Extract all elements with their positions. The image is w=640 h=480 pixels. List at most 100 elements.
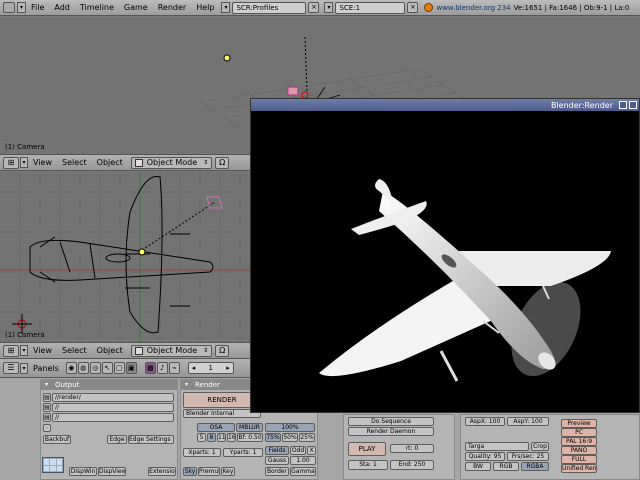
script-icon[interactable]: ◍ xyxy=(77,362,89,374)
menu-view[interactable]: View xyxy=(28,158,57,167)
preset-preview-button[interactable]: Preview xyxy=(561,419,597,428)
osa-5-button[interactable]: 5 xyxy=(197,433,206,442)
play-button[interactable]: PLAY xyxy=(348,442,386,456)
menu-file[interactable]: File xyxy=(26,3,49,12)
render-path-field[interactable]: //render/ xyxy=(52,393,174,402)
osa-toggle[interactable]: OSA xyxy=(197,423,235,432)
anim-icon[interactable]: ♪ xyxy=(156,362,168,374)
dispview-button[interactable]: DispView xyxy=(98,467,126,476)
screen-icon[interactable]: · xyxy=(43,424,51,432)
layers-grid-icon[interactable] xyxy=(42,457,64,473)
gauss-toggle[interactable]: Gauss xyxy=(265,456,289,465)
editing-icon[interactable]: ▢ xyxy=(113,362,125,374)
chevron-down-icon[interactable]: ▾ xyxy=(17,2,26,13)
resolution-percent[interactable]: 100% xyxy=(265,423,315,432)
mode-selector[interactable]: Object Mode ⇕ xyxy=(130,344,213,357)
object-icon[interactable]: ↖ xyxy=(101,362,113,374)
mode-selector[interactable]: Object Mode ⇕ xyxy=(130,156,213,169)
osa-11-button[interactable]: 11 xyxy=(217,433,226,442)
end-frame-field[interactable]: End: 250 xyxy=(390,460,434,470)
osa-16-button[interactable]: 16 xyxy=(227,433,236,442)
mblur-toggle[interactable]: MBLUR xyxy=(236,423,263,432)
blur-factor-field[interactable]: Bf: 0.50 xyxy=(237,433,263,442)
aspy-field[interactable]: AspY: 100 xyxy=(507,417,549,426)
window-type-icon[interactable]: ⊞ xyxy=(3,344,19,357)
rt-field[interactable]: rt: 0 xyxy=(390,444,434,453)
scene-name-field[interactable]: SCE:1 xyxy=(335,1,406,14)
backbuf-button[interactable]: Backbuf xyxy=(43,435,71,444)
chevron-down-icon[interactable]: ▾ xyxy=(20,157,28,168)
x-toggle[interactable]: X xyxy=(307,446,316,455)
extensions-button[interactable]: Extensio xyxy=(148,467,176,476)
fields-toggle[interactable]: Fields xyxy=(265,446,289,455)
gauss-value-field[interactable]: 1.00 xyxy=(290,456,316,465)
backbuf-path-field[interactable]: // xyxy=(52,403,174,412)
menu-timeline[interactable]: Timeline xyxy=(75,3,119,12)
menu-render[interactable]: Render xyxy=(153,3,191,12)
menu-view[interactable]: View xyxy=(28,346,57,355)
draw-type-icon[interactable]: Ω xyxy=(215,156,230,169)
percent-25-button[interactable]: 25% xyxy=(299,433,315,442)
key-toggle[interactable]: Key xyxy=(221,467,235,476)
preset-unified-button[interactable]: Unified Ren xyxy=(561,464,597,473)
render-window[interactable]: Blender:Render xyxy=(250,98,640,413)
preset-pc-button[interactable]: PC xyxy=(561,428,597,437)
preset-pano-button[interactable]: PANO xyxy=(561,446,597,455)
border-toggle[interactable]: Border xyxy=(265,467,289,476)
render-daemon-toggle[interactable]: Render Daemon xyxy=(348,427,434,436)
xparts-field[interactable]: Xparts: 1 xyxy=(183,448,221,457)
gamma-toggle[interactable]: Gamma xyxy=(290,467,316,476)
preset-pal169-button[interactable]: PAL 16:9 xyxy=(561,437,597,446)
folder-icon[interactable]: ▤ xyxy=(43,393,51,402)
quality-field[interactable]: Quality: 95 xyxy=(465,452,505,461)
yparts-field[interactable]: Yparts: 1 xyxy=(223,448,263,457)
close-icon[interactable]: × xyxy=(407,2,419,13)
percent-75-button[interactable]: 75% xyxy=(265,433,281,442)
menu-add[interactable]: Add xyxy=(49,3,75,12)
sound-icon[interactable]: ⌁ xyxy=(168,362,180,374)
file-type-select[interactable]: Targa xyxy=(465,442,529,451)
chevron-down-icon[interactable]: ▾ xyxy=(20,362,28,374)
panel-title[interactable]: ▾ Output xyxy=(41,380,177,390)
shading-icon[interactable]: ◎ xyxy=(89,362,101,374)
ftype-path-field[interactable]: // xyxy=(52,413,174,422)
menu-game[interactable]: Game xyxy=(119,3,153,12)
edge-button[interactable]: Edge xyxy=(107,435,127,444)
sky-toggle[interactable]: Sky xyxy=(183,467,197,476)
logic-icon[interactable]: ◉ xyxy=(65,362,77,374)
start-frame-field[interactable]: Sta: 1 xyxy=(348,460,388,470)
preset-full-button[interactable]: FULL xyxy=(561,455,597,464)
percent-50-button[interactable]: 50% xyxy=(282,433,298,442)
menu-object[interactable]: Object xyxy=(92,346,128,355)
dispwin-button[interactable]: DispWin xyxy=(69,467,97,476)
panels-menu[interactable]: Panels xyxy=(28,364,64,373)
menu-select[interactable]: Select xyxy=(57,158,92,167)
render-icon[interactable]: ▩ xyxy=(144,362,156,374)
window-type-icon[interactable]: ☰ xyxy=(3,362,19,374)
rgba-toggle[interactable]: RGBA xyxy=(521,462,549,471)
window-type-icon[interactable] xyxy=(3,2,15,13)
scene-icon[interactable]: ▣ xyxy=(125,362,137,374)
edge-settings-button[interactable]: Edge Settings > xyxy=(128,435,174,444)
odd-toggle[interactable]: Odd xyxy=(290,446,306,455)
do-sequence-toggle[interactable]: Do Sequence xyxy=(348,417,434,426)
chevron-down-icon[interactable]: ▾ xyxy=(20,345,28,356)
render-window-titlebar[interactable]: Blender:Render xyxy=(251,99,639,111)
scene-browse-icon[interactable]: ▾ xyxy=(324,2,334,13)
menu-help[interactable]: Help xyxy=(191,3,219,12)
folder-icon[interactable]: ▤ xyxy=(43,413,51,422)
frame-number-field[interactable]: ◂ 1 ▸ xyxy=(187,362,234,374)
osa-8-button[interactable]: 8 xyxy=(207,433,216,442)
screen-browse-icon[interactable]: ▾ xyxy=(221,2,231,13)
premul-toggle[interactable]: Premul xyxy=(198,467,220,476)
minimize-icon[interactable] xyxy=(619,101,627,109)
menu-object[interactable]: Object xyxy=(92,158,128,167)
rgb-toggle[interactable]: RGB xyxy=(493,462,519,471)
fps-field[interactable]: Frs/sec: 25 xyxy=(507,452,549,461)
bw-toggle[interactable]: BW xyxy=(465,462,491,471)
bottom-3d-viewport[interactable]: (1) Camera xyxy=(0,172,250,342)
screen-name-field[interactable]: SCR:Profiles xyxy=(232,1,307,14)
window-type-icon[interactable]: ⊞ xyxy=(3,156,19,169)
folder-icon[interactable]: ▤ xyxy=(43,403,51,412)
aspx-field[interactable]: AspX: 100 xyxy=(465,417,505,426)
